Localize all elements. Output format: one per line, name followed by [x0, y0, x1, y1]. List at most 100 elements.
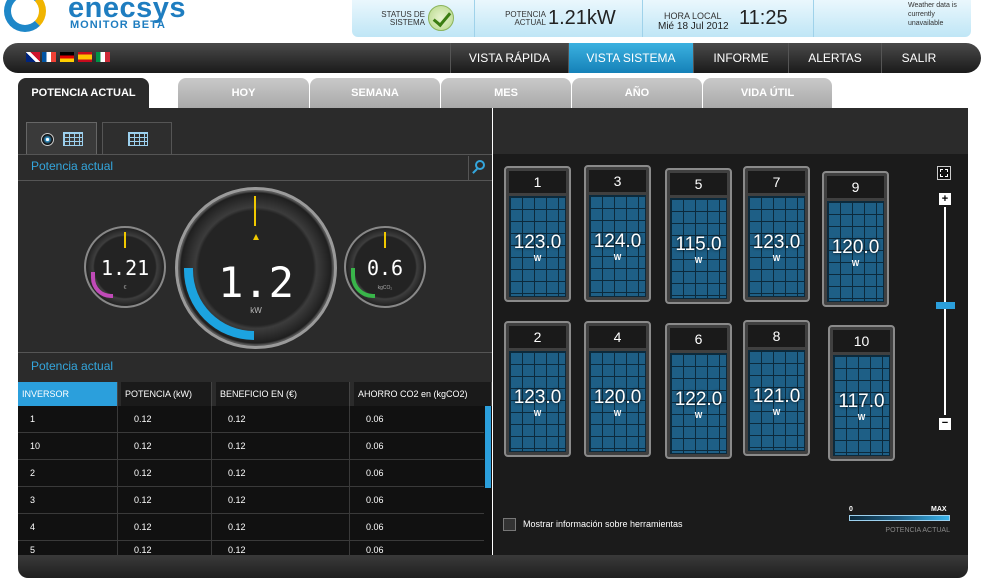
flag-france-icon[interactable] [42, 52, 56, 62]
main-nav: VISTA RÁPIDA VISTA SISTEMA INFORME ALERT… [3, 43, 981, 73]
solar-panel-7[interactable]: 7 123.0 W [743, 166, 810, 302]
table-row[interactable]: 2 0.12 0.12 0.06 [18, 460, 486, 487]
legend-scale [849, 515, 950, 521]
panel-unit: W [851, 259, 860, 268]
solar-panel-9[interactable]: 9 120.0 W [822, 171, 889, 307]
solar-panel-8[interactable]: 8 121.0 W [743, 320, 810, 456]
cell-potencia: 0.12 [121, 514, 212, 541]
col-beneficio[interactable]: BENEFICIO EN (€) [216, 382, 350, 406]
table-row[interactable]: 3 0.12 0.12 0.06 [18, 487, 486, 514]
status-bar: STATUS DE SISTEMA POTENCIA ACTUAL 1.21kW… [352, 0, 971, 37]
cell-beneficio: 0.12 [216, 514, 350, 541]
panel-value: 120.0 [593, 387, 642, 408]
table-row[interactable]: 1 0.12 0.12 0.06 [18, 406, 486, 433]
tooltips-checkbox[interactable] [503, 518, 516, 531]
zoom-in-icon[interactable]: + [939, 193, 951, 205]
tab-hoy[interactable]: HOY [178, 78, 309, 108]
zoom-button[interactable] [468, 156, 492, 180]
gauge-view-icon [41, 133, 54, 146]
bottom-bar [18, 555, 968, 578]
scrollbar-thumb[interactable] [485, 406, 491, 488]
panel-value: 117.0 [838, 391, 885, 412]
col-ahorro[interactable]: AHORRO CO2 en (kgCO2) [354, 382, 492, 406]
panel-unit: W [772, 254, 781, 263]
panel-value: 122.0 [674, 389, 723, 410]
table-row[interactable]: 4 0.12 0.12 0.06 [18, 514, 486, 541]
tab-mes[interactable]: MES [441, 78, 571, 108]
col-inversor[interactable]: INVERSOR [18, 382, 118, 406]
local-time-label: HORA LOCAL [664, 11, 722, 21]
tab-ano[interactable]: AÑO [572, 78, 702, 108]
solar-panel-3[interactable]: 3 124.0 W [584, 165, 651, 302]
col-potencia[interactable]: POTENCIA (kW) [121, 382, 212, 406]
panel-number: 10 [833, 330, 890, 352]
zoom-slider-thumb[interactable] [936, 302, 955, 309]
local-time: 11:25 [739, 7, 788, 29]
cell-ahorro: 0.06 [366, 414, 384, 424]
weather-notice: Weather data is currently unavailable [908, 2, 957, 27]
table-row[interactable]: 10 0.12 0.12 0.06 [18, 433, 486, 460]
panel-unit: W [613, 253, 622, 262]
legend-min: 0 [849, 506, 853, 513]
flag-spain-icon[interactable] [78, 52, 92, 62]
table-view-icon [128, 132, 148, 146]
cell-potencia: 0.12 [121, 487, 212, 514]
cell-potencia: 0.12 [121, 406, 212, 433]
panel-number: 9 [827, 176, 884, 198]
nav-vista-sistema[interactable]: VISTA SISTEMA [568, 43, 693, 73]
co2-gauge: 0.6 kgCO₂ [344, 226, 426, 308]
cell-ahorro: 0.06 [366, 522, 384, 532]
cell-ahorro: 0.06 [366, 495, 384, 505]
euro-gauge: 1.21 € [84, 226, 166, 308]
cell-ahorro: 0.06 [366, 545, 384, 555]
logo-swirl-icon [4, 0, 46, 32]
tab-potencia-actual[interactable]: POTENCIA ACTUAL [18, 78, 149, 108]
panel-unit: W [694, 256, 703, 265]
solar-panel-2[interactable]: 2 123.0 W [504, 321, 571, 457]
power-gauge: 1.2 kW [175, 187, 337, 349]
zoom-slider-track[interactable] [944, 207, 946, 415]
co2-value: 0.6 [366, 256, 404, 280]
cell-beneficio: 0.12 [216, 433, 350, 460]
panel-number: 7 [748, 171, 805, 193]
power-value: 1.2 [218, 258, 294, 307]
gauges-section-title: Potencia actual [31, 159, 114, 173]
tab-vida-util[interactable]: VIDA ÚTIL [703, 78, 832, 108]
cell-potencia: 0.12 [121, 460, 212, 487]
cell-inversor: 10 [18, 433, 118, 460]
table-only-toggle[interactable] [102, 122, 172, 154]
zoom-out-icon[interactable]: − [939, 418, 951, 430]
cell-beneficio: 0.12 [216, 460, 350, 487]
fit-view-button[interactable] [937, 166, 951, 180]
solar-panel-5[interactable]: 5 115.0 W [665, 168, 732, 304]
flag-germany-icon[interactable] [60, 52, 74, 62]
panel-unit: W [533, 254, 542, 263]
nav-alertas[interactable]: ALERTAS [788, 43, 881, 73]
panel-number: 3 [589, 170, 646, 192]
nav-salir[interactable]: SALIR [881, 43, 956, 73]
cell-beneficio: 0.12 [216, 406, 350, 433]
enecsys-logo: enecsys MONITOR BETA [0, 0, 230, 40]
solar-panel-1[interactable]: 1 123.0 W [504, 166, 571, 302]
cell-ahorro: 0.06 [366, 468, 384, 478]
nav-vista-rapida[interactable]: VISTA RÁPIDA [450, 43, 568, 73]
table-scrollbar[interactable] [484, 406, 492, 555]
panel-number: 1 [509, 171, 566, 193]
tab-semana[interactable]: SEMANA [310, 78, 440, 108]
cell-potencia: 0.12 [121, 433, 212, 460]
solar-panel-10[interactable]: 10 117.0 W [828, 325, 895, 461]
flag-uk-icon[interactable] [26, 52, 40, 62]
euro-unit: € [123, 285, 127, 291]
gauge-view-toggle[interactable] [26, 122, 97, 154]
solar-panel-6[interactable]: 6 122.0 W [665, 323, 732, 459]
cell-potencia: 0.12 [121, 541, 212, 555]
current-power-value: 1.21kW [548, 7, 616, 29]
flag-italy-icon[interactable] [96, 52, 110, 62]
panel-number: 5 [670, 173, 727, 195]
table-row[interactable]: 5 0.12 0.12 0.06 [18, 541, 486, 555]
euro-value: 1.21 [101, 256, 150, 280]
panel-value: 123.0 [513, 232, 562, 253]
solar-panel-4[interactable]: 4 120.0 W [584, 321, 651, 457]
panel-unit: W [533, 409, 542, 418]
nav-informe[interactable]: INFORME [693, 43, 788, 73]
